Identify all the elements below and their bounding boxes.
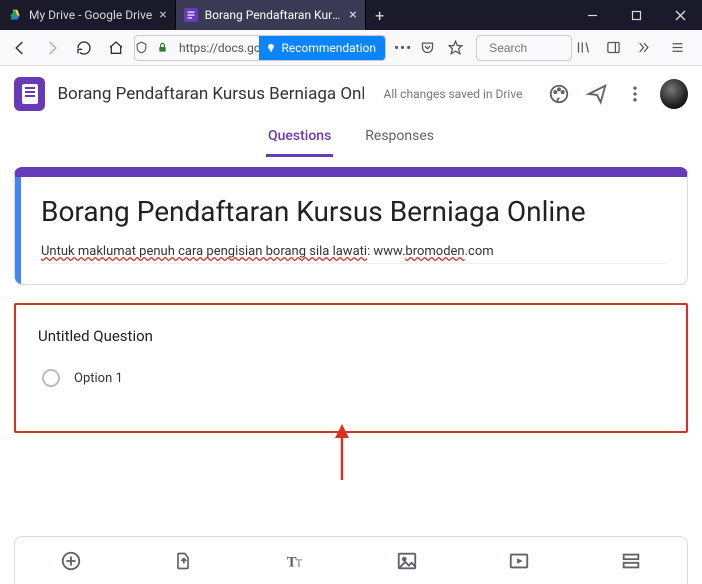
more-menu-button[interactable] (622, 80, 648, 108)
add-video-button[interactable] (499, 541, 539, 581)
shield-icon (135, 41, 157, 54)
form-description-input[interactable]: Untuk maklumat penuh cara pengisian bora… (41, 244, 665, 264)
window-titlebar: My Drive - Google Drive × Borang Pendaft… (0, 0, 702, 30)
bulb-icon (264, 41, 278, 55)
import-questions-button[interactable] (163, 541, 203, 581)
search-box[interactable] (476, 35, 572, 61)
question-card[interactable]: Untitled Question Option 1 (14, 303, 688, 433)
desc-text-part: : www. (367, 244, 405, 259)
form-title-card[interactable]: Borang Pendaftaran Kursus Berniaga Onlin… (14, 167, 688, 285)
question-option-row[interactable]: Option 1 (38, 369, 664, 387)
tab-questions[interactable]: Questions (266, 122, 333, 157)
radio-icon (42, 369, 60, 387)
forms-icon (184, 8, 198, 22)
sidebar-icon[interactable] (606, 40, 632, 55)
bookmark-star-icon[interactable] (448, 40, 472, 55)
add-question-button[interactable] (51, 541, 91, 581)
form-canvas: Borang Pendaftaran Kursus Berniaga Onlin… (0, 157, 702, 433)
close-tab-icon[interactable]: × (159, 7, 166, 23)
account-avatar[interactable] (660, 79, 688, 109)
window-minimize-button[interactable] (570, 0, 614, 30)
send-button[interactable] (584, 80, 610, 108)
document-title[interactable]: Borang Pendaftaran Kursus Berniaga Onlin… (57, 84, 363, 104)
editor-header: Borang Pendaftaran Kursus Berniaga Onlin… (0, 66, 702, 122)
svg-text:T: T (296, 558, 302, 569)
window-close-button[interactable] (658, 0, 702, 30)
home-button[interactable] (102, 34, 130, 62)
add-section-button[interactable] (611, 541, 651, 581)
google-forms-logo-icon[interactable] (14, 77, 45, 111)
forward-button[interactable] (38, 34, 66, 62)
url-box[interactable]: https://docs.go Recommendation (134, 35, 386, 61)
overflow-chevrons-icon[interactable] (636, 40, 662, 55)
address-bar: https://docs.go Recommendation ••• (0, 30, 702, 66)
url-text: https://docs.go (179, 41, 259, 55)
desc-text-part: .com (465, 244, 494, 259)
recommendation-chip[interactable]: Recommendation (259, 36, 385, 60)
browser-tab-forms[interactable]: Borang Pendaftaran Kursus Be × (176, 0, 366, 30)
tab-responses[interactable]: Responses (363, 122, 436, 157)
desc-text-part: bromoden (405, 244, 464, 259)
save-status: All changes saved in Drive (384, 87, 523, 101)
desc-text-part: Untuk maklumat penuh cara pengisian bora… (41, 244, 367, 259)
question-title[interactable]: Untitled Question (38, 327, 664, 345)
new-tab-button[interactable]: + (366, 0, 394, 30)
lock-icon (157, 42, 179, 53)
question-toolbar: TT (14, 536, 688, 584)
window-maximize-button[interactable] (614, 0, 658, 30)
hamburger-menu-icon[interactable] (670, 40, 696, 55)
forms-editor-page: Borang Pendaftaran Kursus Berniaga Onlin… (0, 66, 702, 584)
browser-tab-drive[interactable]: My Drive - Google Drive × (0, 0, 176, 30)
option-label[interactable]: Option 1 (74, 371, 123, 386)
drive-icon (8, 8, 22, 22)
page-actions-menu[interactable]: ••• (390, 39, 416, 57)
library-icon[interactable] (576, 40, 602, 55)
reload-button[interactable] (70, 34, 98, 62)
recommendation-label: Recommendation (281, 41, 376, 55)
form-section-tabs: Questions Responses (0, 122, 702, 157)
theme-palette-button[interactable] (546, 80, 572, 108)
close-tab-icon[interactable]: × (349, 7, 356, 23)
back-button[interactable] (6, 34, 34, 62)
add-title-button[interactable]: TT (275, 541, 315, 581)
pocket-icon[interactable] (420, 40, 444, 55)
tab-label: My Drive - Google Drive (29, 8, 152, 22)
form-title-input[interactable]: Borang Pendaftaran Kursus Berniaga Onlin… (41, 195, 665, 234)
tab-label: Borang Pendaftaran Kursus Be (205, 8, 343, 22)
add-image-button[interactable] (387, 541, 427, 581)
